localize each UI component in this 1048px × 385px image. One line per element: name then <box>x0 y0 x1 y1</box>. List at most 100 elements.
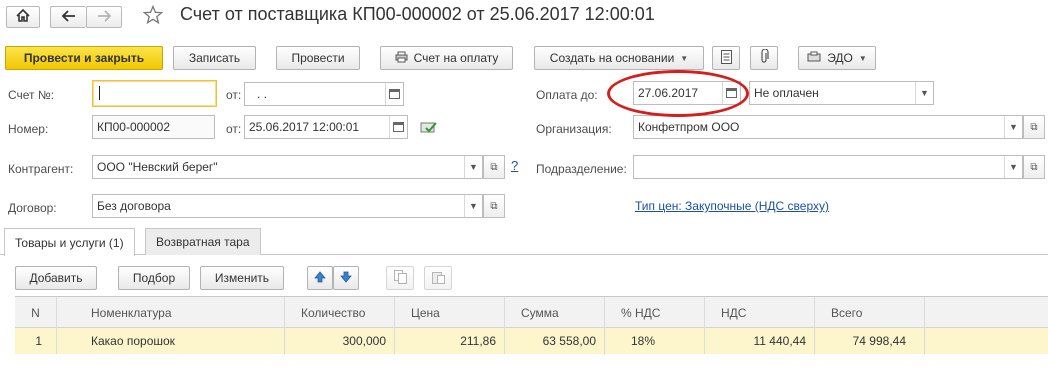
document-structure-button[interactable] <box>712 46 740 70</box>
contract-value: Без договора <box>97 199 171 213</box>
star-icon[interactable] <box>142 4 164 28</box>
create-based-on-button[interactable]: Создать на основании ▼ <box>534 46 704 70</box>
printer-icon <box>395 51 408 66</box>
number-field[interactable]: КП00-000002 <box>92 115 215 139</box>
col-sum[interactable]: Сумма <box>505 297 605 328</box>
contractor-value: ООО "Невский берег" <box>97 160 218 174</box>
edo-label: ЭДО <box>827 51 853 65</box>
goods-table: N Номенклатура Количество Цена Сумма % Н… <box>15 296 1048 385</box>
edo-button[interactable]: ЭДО ▼ <box>798 46 876 70</box>
invoice-date-field[interactable]: . . <box>244 82 404 106</box>
chevron-down-icon[interactable]: ▼ <box>464 156 482 178</box>
move-down-button[interactable] <box>333 266 359 290</box>
cell-vat-rate: 18% <box>605 328 705 354</box>
contractor-label: Контрагент: <box>8 162 74 176</box>
check-date-icon[interactable] <box>420 120 438 137</box>
col-quantity[interactable]: Количество <box>285 297 395 328</box>
pick-button[interactable]: Подбор <box>118 266 190 290</box>
contract-label: Договор: <box>8 201 57 215</box>
arrow-right-icon <box>97 9 112 25</box>
invoice-number-label: Счет №: <box>8 88 55 102</box>
post-button[interactable]: Провести <box>276 46 360 70</box>
edit-button[interactable]: Изменить <box>200 266 284 290</box>
chevron-down-icon[interactable]: ▼ <box>464 195 482 217</box>
col-vat[interactable]: НДС <box>705 297 815 328</box>
cell-vat: 11 440,44 <box>705 328 815 354</box>
tab-returnable-containers[interactable]: Возвратная тара <box>145 228 261 255</box>
calendar-icon[interactable] <box>385 83 403 105</box>
table-row[interactable]: 1 Какао порошок 300,000 211,86 63 558,00… <box>15 328 1048 354</box>
copy-rows-button[interactable] <box>386 266 414 290</box>
move-up-button[interactable] <box>307 266 333 290</box>
calendar-icon[interactable] <box>389 116 407 138</box>
col-n[interactable]: N <box>15 297 57 328</box>
organization-value: Конфетпром ООО <box>638 120 740 134</box>
open-organization-button[interactable]: ⧉ <box>1023 115 1045 139</box>
copy-icon <box>393 269 407 287</box>
back-button[interactable] <box>50 6 86 28</box>
organization-field[interactable]: Конфетпром ООО ▼ <box>633 115 1023 139</box>
chevron-down-icon[interactable]: ▼ <box>915 82 933 104</box>
forward-button[interactable] <box>86 6 122 28</box>
invoice-for-payment-label: Счет на оплату <box>413 51 499 65</box>
open-icon: ⧉ <box>490 161 498 173</box>
invoice-date-from-label: от: <box>226 88 242 102</box>
add-button[interactable]: Добавить <box>15 266 97 290</box>
col-nomenclature[interactable]: Номенклатура <box>57 297 285 328</box>
document-list-icon <box>720 49 732 67</box>
cell-quantity: 300,000 <box>285 328 395 354</box>
date-field[interactable]: 25.06.2017 12:00:01 <box>244 115 408 139</box>
paste-rows-button[interactable] <box>424 266 452 290</box>
cell-nomenclature: Какао порошок <box>57 328 285 354</box>
col-filler <box>925 297 1048 328</box>
highlight-oval <box>607 70 749 117</box>
contractor-field[interactable]: ООО "Невский берег" ▼ <box>92 155 483 179</box>
open-icon: ⧉ <box>1030 121 1038 133</box>
open-icon: ⧉ <box>490 200 498 212</box>
date-from-label: от: <box>226 122 242 136</box>
chevron-down-icon: ▼ <box>680 53 689 63</box>
col-price[interactable]: Цена <box>395 297 505 328</box>
arrow-up-icon <box>314 270 326 286</box>
contract-field[interactable]: Без договора ▼ <box>92 194 483 218</box>
col-vat-rate[interactable]: % НДС <box>605 297 705 328</box>
open-contractor-button[interactable]: ⧉ <box>483 155 505 179</box>
attachments-button[interactable] <box>750 46 778 70</box>
table-header: N Номенклатура Количество Цена Сумма % Н… <box>15 297 1048 328</box>
invoice-date-value: . . <box>257 87 268 101</box>
arrow-down-icon <box>340 271 352 286</box>
col-total[interactable]: Всего <box>815 297 925 328</box>
payment-status-field[interactable]: Не оплачен ▼ <box>749 81 934 105</box>
division-field[interactable]: ▼ <box>633 155 1023 179</box>
division-label: Подразделение: <box>536 162 627 176</box>
edo-icon <box>807 51 821 66</box>
number-value: КП00-000002 <box>97 120 171 134</box>
organization-label: Организация: <box>536 122 612 136</box>
invoice-number-field[interactable] <box>92 80 217 107</box>
cell-sum: 63 558,00 <box>505 328 605 354</box>
text-cursor <box>99 86 100 100</box>
chevron-down-icon: ▼ <box>858 53 867 63</box>
chevron-down-icon[interactable]: ▼ <box>1004 116 1022 138</box>
open-contract-button[interactable]: ⧉ <box>483 194 505 218</box>
payment-status-value: Не оплачен <box>754 86 819 100</box>
create-based-on-label: Создать на основании <box>549 51 675 65</box>
cell-total: 74 998,44 <box>815 328 925 354</box>
page-title: Счет от поставщика КП00-000002 от 25.06.… <box>180 4 655 24</box>
invoice-for-payment-button[interactable]: Счет на оплату <box>380 46 513 70</box>
number-label: Номер: <box>8 122 49 136</box>
open-division-button[interactable]: ⧉ <box>1023 155 1045 179</box>
pay-until-label: Оплата до: <box>536 88 598 102</box>
cell-price: 211,86 <box>395 328 505 354</box>
open-icon: ⧉ <box>1030 161 1038 173</box>
paste-icon <box>431 270 445 287</box>
chevron-down-icon[interactable]: ▼ <box>1004 156 1022 178</box>
home-button[interactable] <box>6 6 40 28</box>
help-mark[interactable]: ? <box>511 158 518 173</box>
save-button[interactable]: Записать <box>173 46 256 70</box>
post-and-close-button[interactable]: Провести и закрыть <box>5 46 163 70</box>
home-icon <box>16 8 30 25</box>
price-type-link[interactable]: Тип цен: Закупочные (НДС сверху) <box>635 199 829 213</box>
tab-goods-services[interactable]: Товары и услуги (1) <box>4 228 135 256</box>
date-value: 25.06.2017 12:00:01 <box>249 120 360 134</box>
